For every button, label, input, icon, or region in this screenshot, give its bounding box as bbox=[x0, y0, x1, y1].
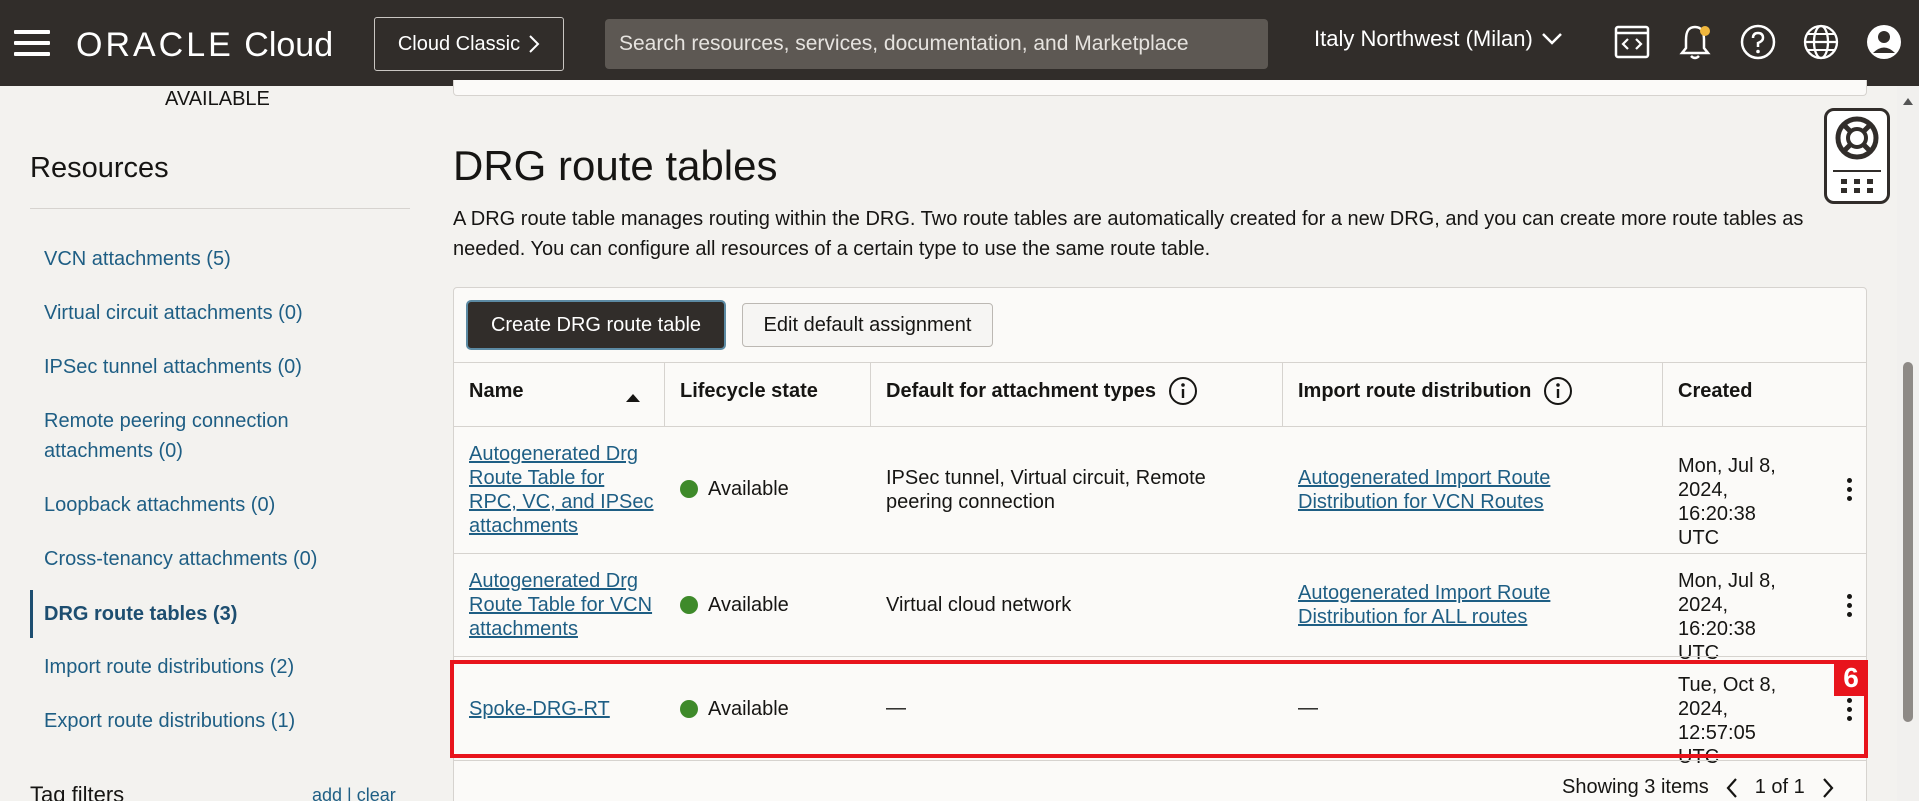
table-header-bottom-border bbox=[453, 426, 1867, 427]
status-label: Available bbox=[708, 594, 789, 616]
bell-icon[interactable] bbox=[1675, 22, 1715, 62]
lifebuoy-icon bbox=[1835, 116, 1879, 160]
edit-default-assignment-button[interactable]: Edit default assignment bbox=[742, 303, 993, 347]
column-header-default-types[interactable]: Default for attachment types bbox=[886, 376, 1198, 406]
column-header-import-distribution[interactable]: Import route distribution bbox=[1298, 376, 1573, 406]
resource-item-cross-tenancy-attachments[interactable]: Cross-tenancy attachments (0) bbox=[30, 544, 410, 574]
resources-divider bbox=[30, 208, 410, 209]
default-attachment-types: IPSec tunnel, Virtual circuit, Remote pe… bbox=[886, 467, 1206, 513]
import-distribution-link[interactable]: Autogenerated Import Route Distribution … bbox=[1298, 581, 1598, 629]
resources-heading: Resources bbox=[30, 152, 169, 184]
region-label: Italy Northwest (Milan) bbox=[1314, 26, 1533, 51]
tag-filters-heading: Tag filters bbox=[30, 782, 125, 801]
resource-item-ipsec-tunnel-attachments[interactable]: IPSec tunnel attachments (0) bbox=[30, 352, 410, 382]
status-available-icon bbox=[680, 596, 698, 614]
resource-item-virtual-circuit-attachments[interactable]: Virtual circuit attachments (0) bbox=[30, 298, 410, 328]
route-table-name-link[interactable]: Autogenerated Drg Route Table for RPC, V… bbox=[469, 442, 654, 538]
table-header-top-border bbox=[453, 362, 1867, 363]
table-footer: Showing 3 items 1 of 1 bbox=[1562, 776, 1835, 799]
previous-page-icon[interactable] bbox=[1725, 777, 1739, 799]
info-icon[interactable] bbox=[1168, 376, 1198, 406]
details-panel-edge bbox=[453, 80, 1867, 96]
highlight-box bbox=[450, 660, 1868, 758]
resource-item-import-route-distributions[interactable]: Import route distributions (2) bbox=[30, 652, 410, 682]
column-divider bbox=[1662, 362, 1663, 426]
column-header-lifecycle-label: Lifecycle state bbox=[680, 380, 818, 402]
import-distribution-link[interactable]: Autogenerated Import Route Distribution … bbox=[1298, 466, 1598, 514]
create-drg-route-table-button[interactable]: Create DRG route table bbox=[466, 300, 726, 350]
column-divider bbox=[664, 362, 665, 426]
column-header-lifecycle-state[interactable]: Lifecycle state bbox=[680, 380, 818, 403]
row-divider bbox=[453, 656, 1867, 657]
column-header-default-types-label: Default for attachment types bbox=[886, 379, 1157, 402]
chevron-down-icon bbox=[1541, 33, 1562, 45]
drg-status-label: AVAILABLE bbox=[165, 88, 270, 110]
route-table-name-link[interactable]: Autogenerated Drg Route Table for VCN at… bbox=[469, 569, 654, 641]
menu-icon[interactable] bbox=[14, 30, 50, 56]
created-timestamp: Mon, Jul 8, 2024, 16:20:38 UTC bbox=[1678, 570, 1776, 664]
globe-icon[interactable] bbox=[1801, 22, 1841, 62]
row-actions-icon[interactable] bbox=[1844, 594, 1854, 622]
resource-item-loopback-attachments[interactable]: Loopback attachments (0) bbox=[30, 490, 410, 520]
oracle-cloud-logo[interactable]: ORACLE Cloud bbox=[76, 26, 333, 65]
resource-item-remote-peering-attachments[interactable]: Remote peering connection attachments (0… bbox=[30, 406, 340, 466]
column-divider bbox=[870, 362, 871, 426]
search-placeholder: Search resources, services, documentatio… bbox=[619, 32, 1189, 55]
pagination-label: 1 of 1 bbox=[1754, 776, 1805, 798]
scroll-up-icon[interactable] bbox=[1902, 96, 1914, 106]
tag-filters-actions[interactable]: add | clear bbox=[312, 785, 396, 801]
info-icon[interactable] bbox=[1543, 376, 1573, 406]
lifecycle-status: Available bbox=[680, 593, 789, 617]
row-divider bbox=[453, 553, 1867, 554]
column-divider bbox=[1282, 362, 1283, 426]
showing-items-label: Showing 3 items bbox=[1562, 776, 1709, 798]
column-header-name[interactable]: Name bbox=[469, 380, 523, 403]
page-title: DRG route tables bbox=[453, 142, 778, 189]
status-label: Available bbox=[708, 478, 789, 500]
help-widget[interactable] bbox=[1824, 108, 1890, 204]
brand-oracle: ORACLE bbox=[76, 26, 234, 64]
code-editor-icon[interactable] bbox=[1612, 22, 1652, 62]
row-actions-icon[interactable] bbox=[1844, 478, 1854, 506]
default-attachment-types: Virtual cloud network bbox=[886, 594, 1072, 616]
column-header-created-label: Created bbox=[1678, 380, 1753, 402]
profile-icon[interactable] bbox=[1864, 22, 1904, 62]
chevron-right-icon bbox=[529, 35, 540, 53]
brand-cloud: Cloud bbox=[244, 26, 334, 64]
cloud-classic-button[interactable]: Cloud Classic bbox=[374, 17, 564, 71]
region-selector[interactable]: Italy Northwest (Milan) bbox=[1314, 26, 1563, 52]
help-icon[interactable] bbox=[1738, 22, 1778, 62]
table-footer-border bbox=[453, 760, 1867, 761]
created-timestamp: Mon, Jul 8, 2024, 16:20:38 UTC bbox=[1678, 455, 1776, 549]
page-description: A DRG route table manages routing within… bbox=[453, 208, 1804, 260]
callout-badge: 6 bbox=[1834, 660, 1868, 696]
column-header-created[interactable]: Created bbox=[1678, 380, 1752, 403]
top-navigation-bar: ORACLE Cloud Cloud Classic Search resour… bbox=[0, 0, 1919, 86]
next-page-icon[interactable] bbox=[1821, 777, 1835, 799]
resource-item-export-route-distributions[interactable]: Export route distributions (1) bbox=[30, 706, 410, 736]
column-header-import-distribution-label: Import route distribution bbox=[1298, 379, 1532, 402]
apps-grid-icon bbox=[1833, 170, 1881, 193]
search-input[interactable]: Search resources, services, documentatio… bbox=[605, 19, 1268, 69]
scrollbar-thumb[interactable] bbox=[1903, 362, 1913, 722]
status-available-icon bbox=[680, 480, 698, 498]
cloud-classic-label: Cloud Classic bbox=[397, 32, 521, 55]
sort-ascending-icon[interactable] bbox=[625, 393, 641, 403]
resource-item-drg-route-tables[interactable]: DRG route tables (3) bbox=[30, 590, 410, 638]
resource-item-vcn-attachments[interactable]: VCN attachments (5) bbox=[30, 244, 410, 274]
lifecycle-status: Available bbox=[680, 477, 789, 501]
column-header-name-label: Name bbox=[469, 380, 524, 402]
